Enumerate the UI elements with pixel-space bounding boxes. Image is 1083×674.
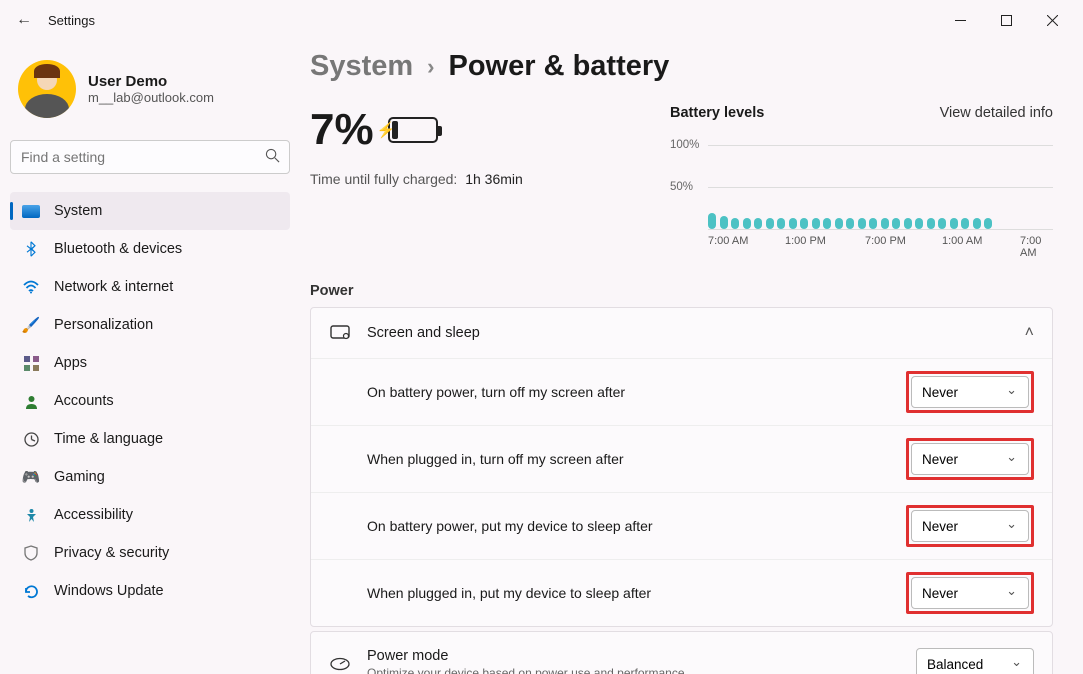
power-mode-icon xyxy=(329,657,351,671)
wifi-icon xyxy=(22,278,40,296)
sidebar-item-time[interactable]: Time & language xyxy=(10,420,290,458)
user-name: User Demo xyxy=(88,73,214,90)
update-icon xyxy=(22,582,40,600)
search-box xyxy=(10,140,290,174)
avatar xyxy=(18,60,76,118)
bluetooth-icon xyxy=(22,240,40,258)
sidebar-item-label: Apps xyxy=(54,355,87,371)
x-axis-label: 7:00 PM xyxy=(865,235,906,247)
sidebar-item-label: Personalization xyxy=(54,317,153,333)
sidebar-item-network[interactable]: Network & internet xyxy=(10,268,290,306)
battery-chart: Battery levels View detailed info 100% 5… xyxy=(670,105,1053,257)
charge-time-value: 1h 36min xyxy=(465,171,523,187)
sidebar-item-accessibility[interactable]: Accessibility xyxy=(10,496,290,534)
breadcrumb-root[interactable]: System xyxy=(310,50,413,83)
screen-off-plugged-select[interactable]: Never xyxy=(911,443,1029,475)
sidebar-item-privacy[interactable]: Privacy & security xyxy=(10,534,290,572)
chevron-up-icon: ˄ xyxy=(1025,324,1034,342)
screen-sleep-expander[interactable]: Screen and sleep ˄ xyxy=(311,308,1052,358)
x-axis-label: 7:00 AM xyxy=(708,235,748,247)
section-header-power: Power xyxy=(310,283,1053,299)
user-card[interactable]: User Demo m__lab@outlook.com xyxy=(10,52,290,126)
sidebar-item-label: Bluetooth & devices xyxy=(54,241,182,257)
sidebar-item-bluetooth[interactable]: Bluetooth & devices xyxy=(10,230,290,268)
monitor-icon xyxy=(22,202,40,220)
sidebar: User Demo m__lab@outlook.com System Blue… xyxy=(0,40,300,674)
screen-sleep-card: Screen and sleep ˄ On battery power, tur… xyxy=(310,307,1053,627)
sleep-plugged-select[interactable]: Never xyxy=(911,577,1029,609)
chart-title: Battery levels xyxy=(670,105,764,121)
sidebar-item-personalization[interactable]: 🖌️ Personalization xyxy=(10,306,290,344)
sidebar-item-label: Windows Update xyxy=(54,583,164,599)
setting-label: When plugged in, put my device to sleep … xyxy=(367,585,906,601)
sidebar-item-label: Network & internet xyxy=(54,279,173,295)
sidebar-item-apps[interactable]: Apps xyxy=(10,344,290,382)
card-subtitle: Optimize your device based on power use … xyxy=(367,666,900,674)
search-input[interactable] xyxy=(10,140,290,174)
sidebar-item-label: Gaming xyxy=(54,469,105,485)
nav-list: System Bluetooth & devices Network & int… xyxy=(10,192,290,610)
close-button[interactable] xyxy=(1029,4,1075,36)
battery-summary: 7% ⚡ Time until fully charged: 1h 36min xyxy=(310,105,640,257)
brush-icon: 🖌️ xyxy=(22,316,40,334)
setting-label: On battery power, turn off my screen aft… xyxy=(367,384,906,400)
apps-icon xyxy=(22,354,40,372)
sidebar-item-label: Accessibility xyxy=(54,507,133,523)
chevron-right-icon: › xyxy=(427,54,434,80)
back-button[interactable]: ← xyxy=(8,4,40,36)
x-axis-label: 1:00 PM xyxy=(785,235,826,247)
sidebar-item-gaming[interactable]: 🎮 Gaming xyxy=(10,458,290,496)
sleep-battery-select[interactable]: Never xyxy=(911,510,1029,542)
setting-row: On battery power, turn off my screen aft… xyxy=(311,358,1052,425)
maximize-button[interactable] xyxy=(983,4,1029,36)
card-title: Power mode xyxy=(367,648,900,664)
minimize-button[interactable] xyxy=(937,4,983,36)
setting-row: When plugged in, turn off my screen afte… xyxy=(311,425,1052,492)
sidebar-item-accounts[interactable]: Accounts xyxy=(10,382,290,420)
setting-label: When plugged in, turn off my screen afte… xyxy=(367,451,906,467)
setting-label: On battery power, put my device to sleep… xyxy=(367,518,906,534)
sidebar-item-label: Privacy & security xyxy=(54,545,169,561)
shield-icon xyxy=(22,544,40,562)
power-mode-card: Power mode Optimize your device based on… xyxy=(310,631,1053,674)
view-detailed-link[interactable]: View detailed info xyxy=(940,105,1053,121)
window-title: Settings xyxy=(48,13,95,28)
screen-off-battery-select[interactable]: Never xyxy=(911,376,1029,408)
x-axis-label: 1:00 AM xyxy=(942,235,982,247)
breadcrumb: System › Power & battery xyxy=(310,50,1053,83)
search-icon xyxy=(265,148,280,168)
power-mode-select[interactable]: Balanced xyxy=(916,648,1034,674)
charge-time-label: Time until fully charged: xyxy=(310,171,457,187)
screen-sleep-icon xyxy=(329,325,351,341)
user-email: m__lab@outlook.com xyxy=(88,90,214,105)
battery-charging-icon: ⚡ xyxy=(388,117,438,143)
y-axis-label: 100% xyxy=(670,139,699,151)
main-content: System › Power & battery 7% ⚡ Time until… xyxy=(300,40,1083,674)
setting-row: On battery power, put my device to sleep… xyxy=(311,492,1052,559)
clock-icon xyxy=(22,430,40,448)
setting-row: When plugged in, put my device to sleep … xyxy=(311,559,1052,626)
sidebar-item-label: Accounts xyxy=(54,393,114,409)
power-mode-row[interactable]: Power mode Optimize your device based on… xyxy=(311,632,1052,674)
x-axis-label: 7:00 AM xyxy=(1020,235,1053,259)
page-title: Power & battery xyxy=(449,50,670,83)
sidebar-item-label: System xyxy=(54,203,102,219)
sidebar-item-label: Time & language xyxy=(54,431,163,447)
sidebar-item-update[interactable]: Windows Update xyxy=(10,572,290,610)
battery-percent: 7% xyxy=(310,105,374,155)
y-axis-label: 50% xyxy=(670,181,693,193)
person-icon xyxy=(22,392,40,410)
gamepad-icon: 🎮 xyxy=(22,468,40,486)
titlebar: ← Settings xyxy=(0,0,1083,40)
card-title: Screen and sleep xyxy=(367,325,1009,341)
chart-area[interactable]: 100% 50% 7:00 AM 1:00 PM 7:00 PM 1:00 AM… xyxy=(670,137,1053,257)
sidebar-item-system[interactable]: System xyxy=(10,192,290,230)
accessibility-icon xyxy=(22,506,40,524)
